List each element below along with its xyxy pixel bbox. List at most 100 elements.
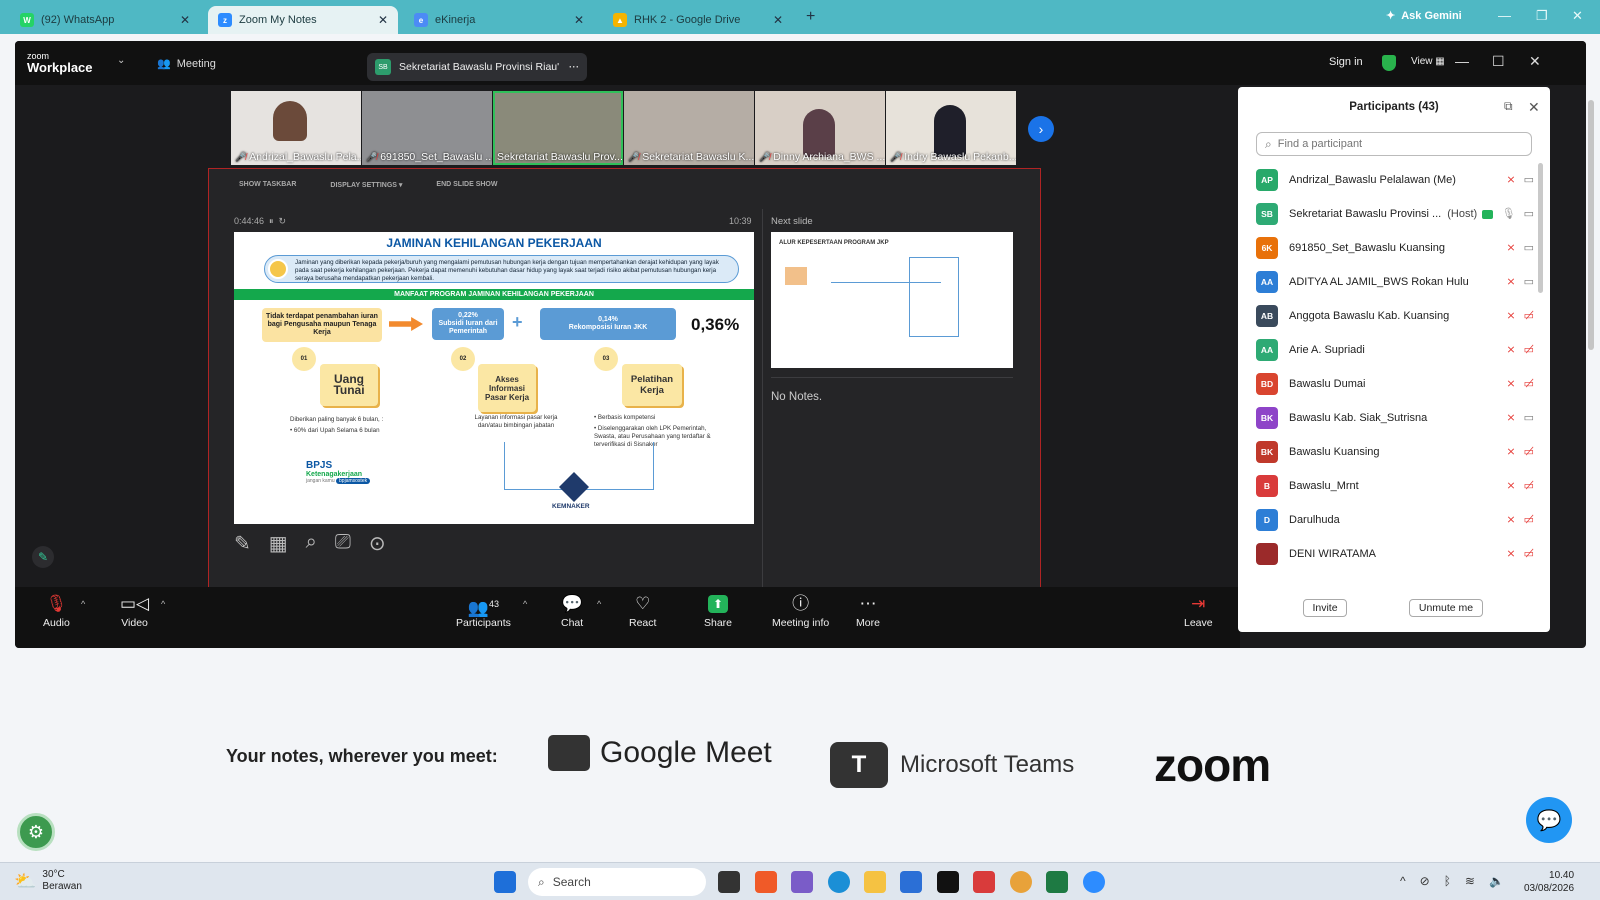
chat-options-caret[interactable]: ^ [597, 599, 601, 609]
more-options-icon[interactable]: ⋯ [569, 61, 580, 73]
pointer-options-icon[interactable]: ⎚ [335, 531, 351, 556]
file-explorer-icon[interactable] [864, 871, 886, 893]
leave-button[interactable]: ⇥ Leave [1184, 595, 1213, 630]
all-slides-icon[interactable]: ▦ [269, 531, 288, 556]
app-icon[interactable] [973, 871, 995, 893]
participant-row[interactable]: BD Bawaslu Dumai ⨯ ▭̸ [1256, 367, 1538, 401]
zoom-workplace-logo: zoom Workplace [27, 51, 93, 75]
close-icon[interactable]: ✕ [773, 13, 783, 27]
participant-row[interactable]: B Bawaslu_Mrnt ⨯ ▭̸ [1256, 469, 1538, 503]
close-icon[interactable]: ✕ [574, 13, 584, 27]
chevron-up-icon[interactable]: ^ [1400, 874, 1406, 888]
brave-icon[interactable] [755, 871, 777, 893]
scrollbar[interactable] [1538, 163, 1543, 293]
participant-row[interactable]: AB Anggota Bawaslu Kab. Kuansing ⨯ ▭̸ [1256, 299, 1538, 333]
participant-row[interactable]: DDinny Archiana BWS Kota Pekanbaru⨯▭ [1256, 571, 1538, 575]
share-button[interactable]: ⬆ Share [704, 595, 732, 629]
tab-ekinerja[interactable]: e eKinerja ✕ [404, 6, 594, 34]
chevron-down-icon[interactable]: ⌄ [117, 55, 125, 66]
settings-gear-icon[interactable]: ⚙ [17, 813, 55, 851]
chat-bubble-icon[interactable]: 💬 [1526, 797, 1572, 843]
network-off-icon[interactable]: ⊘ [1420, 874, 1430, 888]
annotate-icon[interactable]: ✎ [32, 546, 54, 568]
wifi-icon[interactable]: ≋ [1465, 874, 1475, 888]
show-taskbar-button[interactable]: SHOW TASKBAR [239, 181, 296, 189]
video-tile[interactable]: 🎤̸ 691850_Set_Bawaslu ... [362, 91, 492, 165]
pen-icon[interactable]: ✎ [234, 531, 251, 556]
participant-row[interactable]: SB Sekretariat Bawaslu Provinsi ... (Host)… [1256, 197, 1538, 231]
search-input[interactable] [1277, 138, 1518, 150]
video-button[interactable]: ▭◁ Video [120, 595, 149, 630]
video-tile[interactable]: 🎤̸ Andrizal_Bawaslu Pela... [231, 91, 361, 165]
close-icon[interactable]: ✕ [180, 13, 190, 27]
task-view-icon[interactable] [718, 871, 740, 893]
close-icon[interactable]: ✕ [1529, 53, 1541, 70]
tab-whatsapp[interactable]: W (92) WhatsApp ✕ [10, 6, 200, 34]
participant-row[interactable]: AA ADITYA AL JAMIL_BWS Rokan Hulu ⨯ ▭ [1256, 265, 1538, 299]
close-window-icon[interactable]: ✕ [1572, 8, 1583, 24]
meeting-button[interactable]: 👥 Meeting [157, 57, 216, 71]
invite-button[interactable]: Invite [1303, 599, 1347, 617]
participant-row[interactable]: DENI WIRATAMA ⨯ ▭̸ [1256, 537, 1538, 571]
tab-zoom-my-notes[interactable]: z Zoom My Notes ✕ [208, 6, 398, 34]
participant-search[interactable]: ⌕ [1256, 132, 1532, 156]
store-icon[interactable] [900, 871, 922, 893]
zoom-icon[interactable] [1083, 871, 1105, 893]
camera-off-icon: ▭̸ [1523, 446, 1534, 458]
more-button[interactable]: ⋯ More [856, 595, 880, 630]
pop-out-icon[interactable]: ⧉ [1504, 99, 1513, 114]
next-videos-button[interactable]: › [1028, 116, 1054, 142]
participant-row[interactable]: BK Bawaslu Kab. Siak_Sutrisna ⨯ ▭ [1256, 401, 1538, 435]
participants-options-caret[interactable]: ^ [523, 599, 527, 609]
windows-start-icon[interactable] [494, 871, 516, 893]
video-tile[interactable]: 🎤̸ Dinny Archiana_BWS ... [755, 91, 885, 165]
participant-row[interactable]: AP Andrizal_Bawaslu Pelalawan (Me) ⨯ ▭ [1256, 163, 1538, 197]
taskbar-search[interactable]: ⌕ Search [528, 868, 706, 896]
minimize-icon[interactable]: — [1498, 8, 1511, 23]
sign-in-button[interactable]: Sign in [1329, 56, 1363, 68]
taskbar-clock[interactable]: 10.40 03/08/2026 [1524, 869, 1574, 895]
minimize-icon[interactable]: — [1455, 53, 1469, 69]
tab-google-drive[interactable]: ▲ RHK 2 - Google Drive ✕ [603, 6, 793, 34]
next-slide-thumbnail[interactable]: ALUR KEPESERTAAN PROGRAM JKP [771, 232, 1013, 368]
participants-button[interactable]: 👥43 Participants [456, 595, 511, 629]
display-settings-button[interactable]: DISPLAY SETTINGS ▾ [330, 181, 402, 189]
audio-options-caret[interactable]: ^ [81, 599, 85, 609]
video-tile-active-speaker[interactable]: Sekretariat Bawaslu Prov... [493, 91, 623, 165]
excel-icon[interactable] [1046, 871, 1068, 893]
participant-row[interactable]: 6K 691850_Set_Bawaslu Kuansing ⨯ ▭ [1256, 231, 1538, 265]
view-button[interactable]: View ▦ [1411, 56, 1445, 67]
zoom-magnifier-icon[interactable]: ⌕ [306, 531, 317, 556]
video-tile[interactable]: 🎤̸ Sekretariat Bawaslu K... [624, 91, 754, 165]
item-number: 03 [594, 347, 618, 371]
weather-widget[interactable]: ⛅ 30°C Berawan [14, 869, 82, 893]
unmute-me-button[interactable]: Unmute me [1409, 599, 1483, 617]
photos-icon[interactable] [791, 871, 813, 893]
video-tile[interactable]: 🎤̸ Indry Bawaslu Pekanb... [886, 91, 1016, 165]
edge-icon[interactable] [828, 871, 850, 893]
react-button[interactable]: ♡ React [629, 595, 656, 630]
end-slide-show-button[interactable]: END SLIDE SHOW [436, 181, 497, 189]
page-scrollbar[interactable] [1588, 100, 1594, 350]
ask-gemini-button[interactable]: ✦ Ask Gemini [1386, 9, 1462, 23]
meeting-tab[interactable]: SB Sekretariat Bawaslu Provinsi Riau' ⋯ [367, 53, 587, 81]
slide-title: JAMINAN KEHILANGAN PEKERJAAN [386, 236, 602, 250]
maximize-icon[interactable]: ☐ [1492, 53, 1505, 70]
more-options-icon[interactable]: ⊙ [369, 531, 386, 556]
chat-button[interactable]: 💬 Chat [561, 595, 583, 630]
audio-button[interactable]: 🎙 Audio [43, 595, 70, 630]
tiktok-icon[interactable] [937, 871, 959, 893]
chrome-icon[interactable] [1010, 871, 1032, 893]
avatar: BK [1256, 441, 1278, 463]
restore-icon[interactable]: ❐ [1536, 8, 1548, 24]
participant-row[interactable]: AA Arie A. Supriadi ⨯ ▭̸ [1256, 333, 1538, 367]
meeting-info-button[interactable]: ⓘ Meeting info [772, 595, 829, 630]
new-tab-button[interactable]: + [806, 8, 815, 26]
participant-row[interactable]: D Darulhuda ⨯ ▭̸ [1256, 503, 1538, 537]
close-icon[interactable]: ✕ [1528, 99, 1540, 116]
bluetooth-icon[interactable]: ᛒ [1444, 874, 1451, 888]
close-icon[interactable]: ✕ [378, 13, 388, 27]
participant-row[interactable]: BK Bawaslu Kuansing ⨯ ▭̸ [1256, 435, 1538, 469]
volume-icon[interactable]: 🔈 [1489, 874, 1504, 888]
video-options-caret[interactable]: ^ [161, 599, 165, 609]
